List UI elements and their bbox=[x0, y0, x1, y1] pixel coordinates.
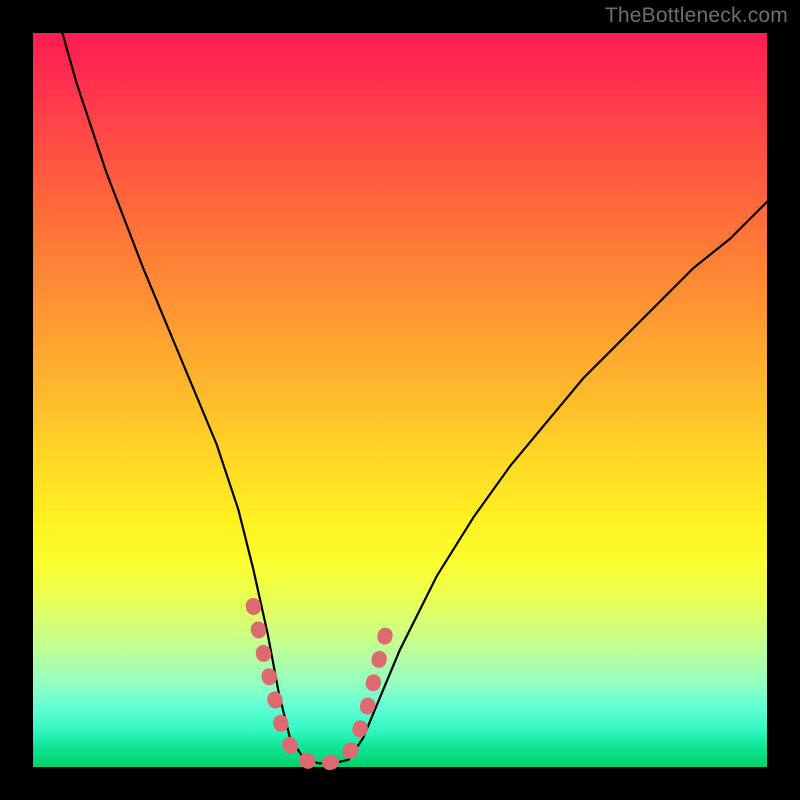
optimal-band-line bbox=[253, 606, 389, 764]
curve-layer bbox=[33, 33, 767, 767]
watermark-label: TheBottleneck.com bbox=[605, 4, 788, 28]
bottleneck-curve-line bbox=[62, 33, 767, 763]
gradient-plot-area bbox=[33, 33, 767, 767]
chart-stage: TheBottleneck.com bbox=[0, 0, 800, 800]
